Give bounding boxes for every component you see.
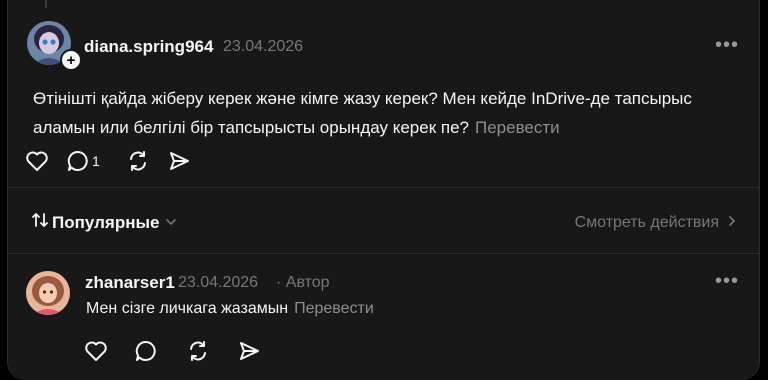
author-badge: · Автор	[276, 274, 330, 291]
sort-arrows-icon	[32, 212, 48, 233]
sort-dropdown[interactable]: Популярные	[32, 212, 177, 233]
comment-body: Мен сізге личкага жазамын	[86, 300, 289, 317]
reply-count: 1	[92, 153, 100, 169]
comment-username[interactable]: zhanarser1	[85, 273, 175, 293]
post-date: 23.04.2026	[223, 38, 304, 55]
comment-text: Мен сізге личкага жазамын Перевести	[86, 300, 374, 318]
repost-icon	[187, 340, 209, 362]
post-more-icon[interactable]: •••	[715, 34, 739, 57]
thread-connector-line	[45, 0, 47, 8]
share-button[interactable]	[168, 150, 190, 172]
heart-icon	[84, 340, 108, 362]
send-icon	[168, 150, 190, 172]
post-body: Өтінішті қайда жіберу керек және кімге ж…	[33, 89, 692, 137]
repost-button[interactable]	[127, 150, 149, 172]
comment-translate-link[interactable]: Перевести	[294, 300, 374, 317]
comment-share-button[interactable]	[238, 340, 260, 362]
divider-bottom	[8, 253, 759, 254]
heart-icon	[25, 150, 49, 172]
comment-actions	[84, 340, 260, 362]
send-icon	[238, 340, 260, 362]
comment-icon	[67, 150, 89, 172]
thread-card: + diana.spring964 23.04.2026 ••• Өтінішт…	[7, 0, 760, 380]
see-activity-label: Смотреть действия	[574, 214, 719, 231]
reply-button[interactable]: 1	[67, 150, 100, 172]
divider-top	[8, 187, 759, 188]
comment-repost-button[interactable]	[187, 340, 209, 362]
repost-icon	[127, 150, 149, 172]
post-username[interactable]: diana.spring964	[84, 37, 213, 57]
comment-reply-button[interactable]	[135, 340, 157, 362]
like-button[interactable]	[25, 150, 49, 172]
see-activity-link[interactable]: Смотреть действия	[575, 214, 737, 232]
comment-author-avatar[interactable]	[26, 271, 70, 315]
comment-more-icon[interactable]: •••	[715, 270, 739, 293]
comment-like-button[interactable]	[84, 340, 108, 362]
chevron-right-icon	[727, 214, 737, 232]
comment-date: 23.04.2026	[178, 274, 259, 291]
follow-plus-icon[interactable]: +	[60, 49, 82, 71]
sort-label: Популярные	[52, 212, 160, 232]
post-actions: 1	[25, 150, 190, 172]
post-translate-link[interactable]: Перевести	[475, 118, 560, 137]
chevron-down-icon	[165, 213, 177, 233]
comment-icon	[135, 340, 157, 362]
post-text: Өтінішті қайда жіберу керек және кімге ж…	[33, 84, 753, 142]
